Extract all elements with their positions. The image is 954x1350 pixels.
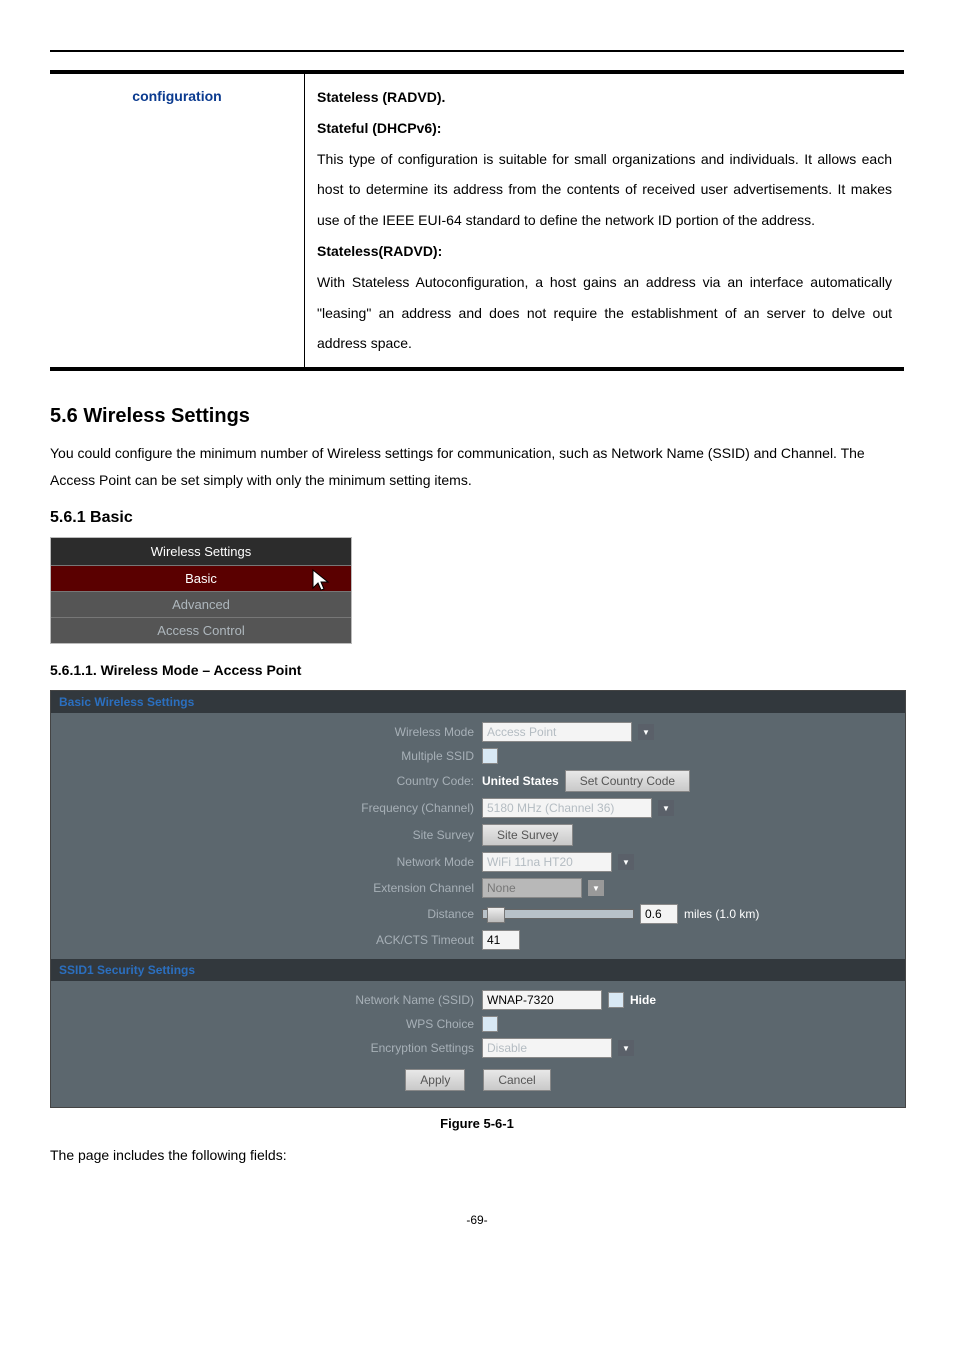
ssid-name-label: Network Name (SSID) (51, 993, 482, 1007)
footer-text: The page includes the following fields: (50, 1147, 904, 1163)
stateful-desc: This type of configuration is suitable f… (317, 144, 892, 236)
encryption-label: Encryption Settings (51, 1041, 482, 1055)
wireless-settings-menu: Wireless Settings Basic Advanced Access … (50, 537, 352, 644)
site-survey-button[interactable]: Site Survey (482, 824, 573, 846)
multiple-ssid-checkbox[interactable] (482, 748, 498, 764)
frequency-value: 5180 MHz (Channel 36) (487, 801, 614, 815)
ack-label: ACK/CTS Timeout (51, 933, 482, 947)
section-intro: You could configure the minimum number o… (50, 440, 904, 493)
basic-wireless-header: Basic Wireless Settings (51, 691, 905, 713)
chevron-down-icon: ▼ (588, 880, 604, 896)
basic-wireless-settings-panel: Basic Wireless Settings Wireless Mode Ac… (50, 690, 906, 1108)
distance-label: Distance (51, 907, 482, 921)
network-mode-label: Network Mode (51, 855, 482, 869)
network-mode-value: WiFi 11na HT20 (487, 855, 573, 869)
encryption-value: Disable (487, 1041, 527, 1055)
chevron-down-icon[interactable]: ▼ (618, 854, 634, 870)
apply-button[interactable]: Apply (405, 1069, 465, 1091)
cancel-button[interactable]: Cancel (483, 1069, 550, 1091)
ssid-input[interactable] (482, 990, 602, 1010)
section-5-6-1-1-title: 5.6.1.1. Wireless Mode – Access Point (50, 662, 904, 678)
slider-thumb[interactable] (487, 907, 505, 923)
network-mode-select[interactable]: WiFi 11na HT20 (482, 852, 612, 872)
frequency-label: Frequency (Channel) (51, 801, 482, 815)
config-label: configuration (50, 72, 305, 369)
ack-input[interactable] (482, 930, 520, 950)
menu-item-advanced-label: Advanced (172, 597, 230, 612)
extension-channel-label: Extension Channel (51, 881, 482, 895)
distance-slider[interactable] (482, 909, 634, 919)
hide-label: Hide (630, 993, 656, 1007)
set-country-code-button[interactable]: Set Country Code (565, 770, 690, 792)
distance-unit: miles (1.0 km) (684, 907, 759, 921)
menu-item-basic-label: Basic (185, 571, 217, 586)
stateless-title: Stateless(RADVD): (317, 243, 442, 259)
config-table: configuration Stateless (RADVD). Statefu… (50, 70, 904, 371)
hide-ssid-checkbox[interactable] (608, 992, 624, 1008)
stateless-radvd-title: Stateless (RADVD). (317, 89, 445, 105)
stateless-desc: With Stateless Autoconfiguration, a host… (317, 267, 892, 359)
country-code-label: Country Code: (51, 774, 482, 788)
menu-item-access-control[interactable]: Access Control (51, 618, 351, 643)
section-5-6-title: 5.6 Wireless Settings (50, 405, 904, 428)
wps-checkbox[interactable] (482, 1016, 498, 1032)
site-survey-label: Site Survey (51, 828, 482, 842)
menu-item-basic[interactable]: Basic (51, 566, 351, 592)
cursor-icon (309, 568, 333, 592)
wireless-mode-label: Wireless Mode (51, 725, 482, 739)
chevron-down-icon[interactable]: ▼ (658, 800, 674, 816)
extension-channel-select: None (482, 878, 582, 898)
chevron-down-icon[interactable]: ▼ (618, 1040, 634, 1056)
ssid-security-header: SSID1 Security Settings (51, 959, 905, 981)
distance-input[interactable] (640, 904, 678, 924)
wps-label: WPS Choice (51, 1017, 482, 1031)
wireless-mode-value: Access Point (487, 725, 556, 739)
top-divider (50, 50, 904, 52)
multiple-ssid-label: Multiple SSID (51, 749, 482, 763)
frequency-select[interactable]: 5180 MHz (Channel 36) (482, 798, 652, 818)
country-code-value: United States (482, 774, 559, 788)
page-number: -69- (50, 1213, 904, 1227)
stateful-title: Stateful (DHCPv6): (317, 120, 441, 136)
menu-header: Wireless Settings (51, 538, 351, 566)
extension-channel-value: None (487, 881, 516, 895)
menu-item-access-control-label: Access Control (157, 623, 244, 638)
wireless-mode-select[interactable]: Access Point (482, 722, 632, 742)
chevron-down-icon[interactable]: ▼ (638, 724, 654, 740)
section-5-6-1-title: 5.6.1 Basic (50, 509, 904, 527)
figure-caption: Figure 5-6-1 (50, 1116, 904, 1131)
encryption-select[interactable]: Disable (482, 1038, 612, 1058)
config-description: Stateless (RADVD). Stateful (DHCPv6): Th… (305, 72, 905, 369)
menu-item-advanced[interactable]: Advanced (51, 592, 351, 618)
